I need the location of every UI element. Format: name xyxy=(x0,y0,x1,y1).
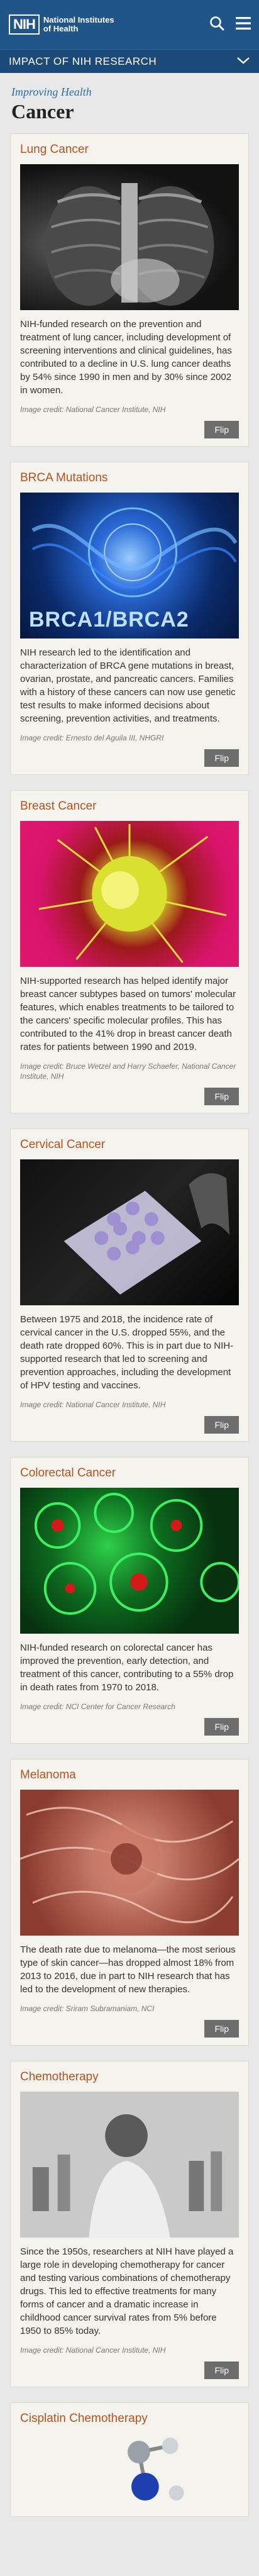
flip-button[interactable]: Flip xyxy=(204,421,239,438)
page-header: Improving Health Cancer xyxy=(0,73,259,130)
cards-list: Lung Cancer NIH-funded research on the p… xyxy=(0,130,259,2517)
card-colorectal-cancer: Colorectal Cancer NIH-funded research on… xyxy=(10,1457,249,1744)
flip-button[interactable]: Flip xyxy=(204,749,239,767)
flip-button[interactable]: Flip xyxy=(204,2020,239,2038)
flip-button[interactable]: Flip xyxy=(204,1416,239,1434)
card-title: Melanoma xyxy=(20,1768,76,1781)
header-actions xyxy=(209,15,251,31)
flip-button[interactable]: Flip xyxy=(204,1718,239,1736)
card-description: NIH-funded research on colorectal cancer… xyxy=(20,1642,234,1693)
card-description: Between 1975 and 2018, the incidence rat… xyxy=(20,1314,234,1391)
search-icon[interactable] xyxy=(209,15,225,31)
nih-logo[interactable]: NIH National Institutes of Health xyxy=(9,14,114,35)
card-title: Chemotherapy xyxy=(20,2070,99,2083)
card-description: NIH-supported research has helped identi… xyxy=(20,976,236,1052)
card-description: Since the 1950s, researchers at NIH have… xyxy=(20,2246,234,2336)
image-credit: Image credit: Bruce Wetzel and Harry Sch… xyxy=(20,1062,236,1081)
card-breast-cancer: Breast Cancer NIH-supported research has… xyxy=(10,790,249,1113)
image-credit: Image credit: Sriram Subramaniam, NCI xyxy=(20,2004,155,2013)
card-title: Lung Cancer xyxy=(20,143,89,156)
image-credit: Image credit: National Cancer Institute,… xyxy=(20,2346,166,2355)
logo-text-line2: of Health xyxy=(43,24,79,33)
cervical-test-plate-image xyxy=(20,1159,239,1305)
page-kicker[interactable]: Improving Health xyxy=(11,86,248,99)
cisplatin-molecule-image xyxy=(20,2433,239,2509)
card-description: NIH research led to the identification a… xyxy=(20,647,236,724)
chemotherapy-lab-photo xyxy=(20,2092,239,2238)
chevron-down-icon xyxy=(236,55,250,68)
card-cervical-cancer: Cervical Cancer Between 1975 and 2018, t… xyxy=(10,1129,249,1442)
logo-text-line1: National Institutes xyxy=(43,15,114,25)
card-title: Colorectal Cancer xyxy=(20,1466,116,1480)
brca-dna-image: BRCA1/BRCA2 xyxy=(20,493,239,638)
section-nav-label: IMPACT OF NIH RESEARCH xyxy=(9,55,157,67)
breast-cancer-cell-image xyxy=(20,821,239,967)
lung-xray-image xyxy=(20,164,239,310)
logo-text: National Institutes of Health xyxy=(43,16,114,33)
card-title: Cervical Cancer xyxy=(20,1138,106,1151)
flip-button[interactable]: Flip xyxy=(204,1088,239,1105)
flip-button[interactable]: Flip xyxy=(204,2361,239,2379)
card-title: Breast Cancer xyxy=(20,800,97,813)
card-brca-mutations: BRCA Mutations BRCA1/BRCA2 NIH research … xyxy=(10,462,249,775)
card-description: The death rate due to melanoma—the most … xyxy=(20,1944,236,1995)
page-title: Cancer xyxy=(11,100,74,123)
logo-mark-text: NIH xyxy=(13,16,36,32)
nih-logo-mark: NIH xyxy=(9,14,40,35)
card-title: BRCA Mutations xyxy=(20,471,108,484)
image-credit: Image credit: National Cancer Institute,… xyxy=(20,405,166,414)
site-header: NIH National Institutes of Health xyxy=(0,0,259,49)
image-credit: Image credit: NCI Center for Cancer Rese… xyxy=(20,1702,175,1711)
card-title: Cisplatin Chemotherapy xyxy=(20,2412,148,2425)
section-nav-toggle[interactable]: IMPACT OF NIH RESEARCH xyxy=(0,49,259,73)
card-chemotherapy: Chemotherapy Since the 1950s, researcher… xyxy=(10,2061,249,2387)
card-cisplatin-chemotherapy: Cisplatin Chemotherapy xyxy=(10,2402,249,2517)
brca-image-caption: BRCA1/BRCA2 xyxy=(29,608,189,632)
hamburger-menu-icon[interactable] xyxy=(235,16,251,30)
card-lung-cancer: Lung Cancer NIH-funded research on the p… xyxy=(10,133,249,447)
melanoma-cell-image xyxy=(20,1790,239,1936)
colorectal-tissue-image xyxy=(20,1488,239,1634)
card-melanoma: Melanoma The death rate due to melanoma—… xyxy=(10,1759,249,2046)
card-description: NIH-funded research on the prevention an… xyxy=(20,319,232,396)
image-credit: Image credit: National Cancer Institute,… xyxy=(20,1400,166,1409)
image-credit: Image credit: Ernesto del Aguila III, NH… xyxy=(20,733,164,742)
